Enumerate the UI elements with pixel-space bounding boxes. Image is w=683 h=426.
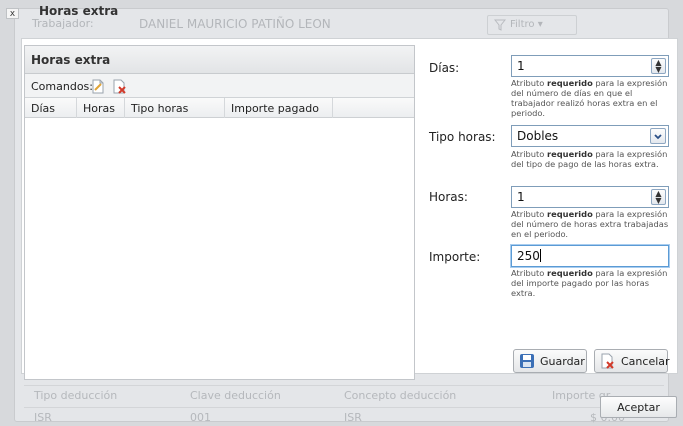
cancel-label: Cancelar <box>621 355 670 368</box>
column-header-tipo-horas[interactable]: Tipo horas <box>125 98 225 118</box>
dias-hint: Atributo requerido para la expresión del… <box>511 78 668 118</box>
grid-toolbar: Comandos: <box>25 74 414 98</box>
column-header-dias[interactable]: Días <box>25 98 77 118</box>
horas-stepper[interactable]: 1 ▲ ▼ <box>511 186 669 208</box>
horas-extra-dialog: x Horas extra Horas extra Comandos: Días… <box>0 0 683 426</box>
text-caret <box>539 249 541 262</box>
commands-label: Comandos: <box>31 80 93 93</box>
importe-field[interactable]: 250 <box>511 245 669 267</box>
new-document-icon[interactable] <box>91 79 105 94</box>
cancel-document-icon <box>601 353 614 369</box>
horas-hint: Atributo requerido para la expresión del… <box>511 209 669 239</box>
dias-value: 1 <box>517 59 525 73</box>
dialog-title: Horas extra <box>39 4 119 18</box>
dias-stepper[interactable]: 1 ▲ ▼ <box>511 55 669 77</box>
spinner-arrows-icon[interactable]: ▲ ▼ <box>651 58 666 74</box>
chevron-down-icon[interactable] <box>650 128 666 144</box>
importe-hint: Atributo requerido para la expresión del… <box>511 268 668 298</box>
save-label: Guardar <box>540 355 585 368</box>
horas-extra-grid: Horas extra Comandos: Días Horas Tipo ho… <box>24 45 415 380</box>
spinner-arrows-icon[interactable]: ▲ ▼ <box>651 189 666 205</box>
importe-label: Importe: <box>429 250 481 264</box>
horas-label: Horas: <box>429 190 468 204</box>
tipo-horas-select[interactable]: Dobles <box>511 125 669 147</box>
tipo-horas-value: Dobles <box>517 129 559 143</box>
close-icon[interactable]: x <box>6 8 19 19</box>
tipo-horas-label: Tipo horas: <box>429 130 496 144</box>
grid-title: Horas extra <box>25 46 414 74</box>
cancel-button[interactable]: Cancelar <box>594 349 670 373</box>
accept-button[interactable]: Aceptar <box>600 396 677 418</box>
horas-value: 1 <box>517 190 525 204</box>
importe-value: 250 <box>517 249 540 263</box>
save-icon <box>520 354 534 368</box>
grid-column-headers: Días Horas Tipo horas Importe pagado <box>25 98 414 118</box>
tipo-horas-hint: Atributo requerido para la expresión del… <box>511 149 668 169</box>
dias-label: Días: <box>429 61 460 75</box>
save-button[interactable]: Guardar <box>513 349 587 373</box>
column-header-importe-pagado[interactable]: Importe pagado <box>225 98 333 118</box>
column-header-horas[interactable]: Horas <box>77 98 125 118</box>
delete-document-icon[interactable] <box>113 79 127 94</box>
